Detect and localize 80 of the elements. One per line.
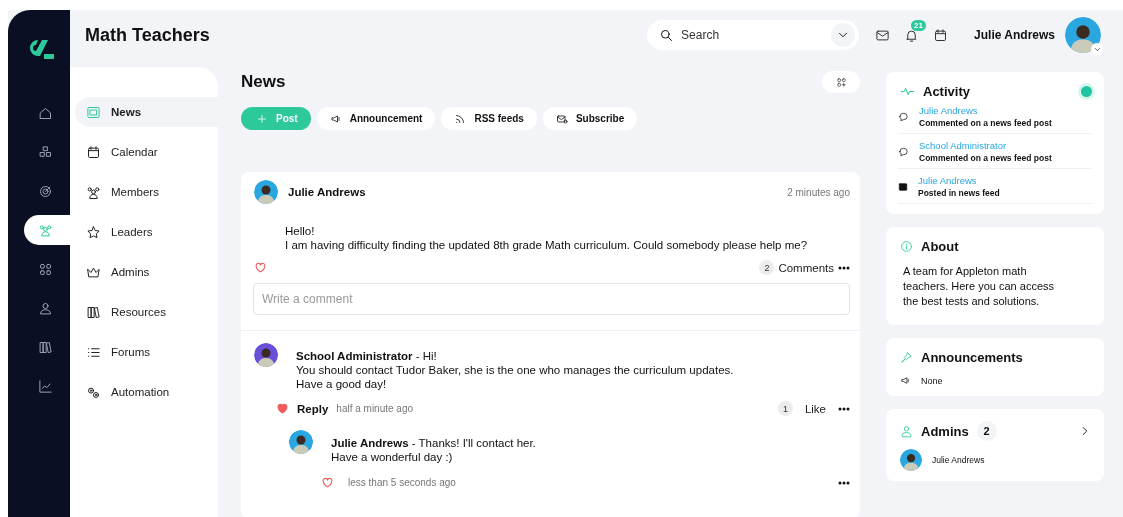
megaphone-icon bbox=[900, 375, 911, 386]
grid-icon bbox=[38, 261, 53, 277]
home-icon bbox=[38, 105, 53, 121]
card-title: Activity bbox=[923, 84, 970, 99]
heart-icon[interactable] bbox=[321, 476, 334, 489]
heart-icon[interactable] bbox=[254, 261, 267, 274]
search-field[interactable]: Search bbox=[647, 20, 860, 50]
plus-icon bbox=[256, 112, 268, 125]
reply-text: Julie Andrews - Thanks! I'll contact her. Have a wonderful day :) bbox=[331, 436, 536, 464]
card-title: Announcements bbox=[921, 350, 1023, 365]
nav-item[interactable]: Resources bbox=[75, 297, 218, 327]
commenter-avatar bbox=[254, 343, 278, 367]
comment-text: School Administrator - Hi! You should contact Tudor Baker, she is the one who manages the curriculum updates. Have a good day! bbox=[296, 349, 734, 391]
rail-item[interactable] bbox=[24, 215, 70, 245]
megaphone-icon bbox=[329, 112, 342, 125]
comment-icon bbox=[898, 111, 909, 122]
more-icon[interactable] bbox=[838, 406, 850, 411]
nav-item[interactable]: Leaders bbox=[75, 217, 218, 247]
notification-badge: 21 bbox=[911, 19, 926, 31]
like-link[interactable]: Like bbox=[804, 402, 826, 415]
post-time: 2 minutes ago bbox=[787, 186, 850, 198]
user-name: Julie Andrews bbox=[974, 28, 1055, 42]
people-icon bbox=[86, 184, 101, 200]
activity-text: Posted in news feed bbox=[918, 188, 1000, 198]
admin-icon bbox=[900, 424, 913, 438]
comment-field[interactable]: Write a comment bbox=[253, 283, 850, 315]
card-title: Admins bbox=[921, 423, 969, 439]
comment-time: half a minute ago bbox=[336, 403, 414, 414]
books-icon bbox=[38, 339, 53, 355]
reply-button[interactable]: Reply bbox=[297, 402, 329, 415]
grid-add-icon bbox=[835, 76, 847, 88]
calendar-icon bbox=[86, 144, 101, 160]
nav-item[interactable]: News bbox=[75, 97, 218, 127]
live-status-dot bbox=[1081, 86, 1092, 97]
rss-icon bbox=[454, 112, 467, 125]
more-icon[interactable] bbox=[838, 265, 850, 270]
activity-text: Commented on a news feed post bbox=[919, 118, 1052, 128]
user-avatar bbox=[1065, 17, 1101, 53]
cubes-icon bbox=[38, 144, 53, 160]
mail-icon bbox=[875, 27, 891, 43]
admin-avatar bbox=[900, 449, 922, 471]
like-count: 1 bbox=[777, 401, 793, 416]
nav-item[interactable]: Admins bbox=[75, 257, 218, 287]
page-title: Math Teachers bbox=[85, 24, 211, 46]
chart-icon bbox=[38, 378, 53, 394]
books-icon bbox=[86, 304, 101, 320]
announcement-text: None bbox=[921, 375, 943, 386]
layout-button[interactable] bbox=[822, 71, 860, 93]
admin-name[interactable]: Julie Andrews bbox=[932, 455, 985, 465]
admin-count: 2 bbox=[976, 421, 997, 441]
post-text: Hello! I am having difficulty finding the updated 8th grade Math curriculum. Could somebody please help me? bbox=[284, 224, 809, 252]
author-avatar bbox=[254, 180, 278, 204]
people-icon bbox=[38, 222, 53, 238]
action-button[interactable]: Subscribe bbox=[542, 107, 638, 130]
nav-item[interactable]: Calendar bbox=[75, 137, 218, 167]
comment-count: 2 bbox=[759, 260, 775, 275]
pin-icon bbox=[900, 351, 913, 364]
action-button[interactable]: RSS feeds bbox=[441, 107, 537, 130]
card-title: About bbox=[921, 239, 959, 254]
replier-avatar bbox=[289, 430, 313, 454]
activity-text: Commented on a news feed post bbox=[919, 153, 1052, 163]
about-text: A team for Appleton math teachers. Here you can access the best tests and solutions. bbox=[903, 264, 1056, 309]
avatar-menu-button[interactable] bbox=[1091, 43, 1103, 55]
nav-item[interactable]: Forums bbox=[75, 337, 218, 367]
info-icon bbox=[900, 240, 913, 253]
reply-time: less than 5 seconds ago bbox=[348, 477, 456, 488]
action-button[interactable]: Announcement bbox=[316, 107, 436, 130]
target-icon bbox=[38, 183, 53, 199]
section-title: News bbox=[241, 72, 286, 92]
heart-icon[interactable] bbox=[276, 402, 289, 415]
more-icon[interactable] bbox=[838, 480, 850, 485]
nav-item[interactable]: Members bbox=[75, 177, 218, 207]
user-icon bbox=[38, 300, 53, 316]
calendar-icon bbox=[933, 27, 949, 43]
star-icon bbox=[86, 224, 101, 240]
nav-item[interactable]: Automation bbox=[75, 377, 218, 407]
comment-icon bbox=[898, 146, 909, 157]
comments-link[interactable]: Comments bbox=[778, 261, 834, 274]
envelope-icon bbox=[555, 112, 568, 125]
author-name[interactable]: Julie Andrews bbox=[288, 186, 778, 198]
